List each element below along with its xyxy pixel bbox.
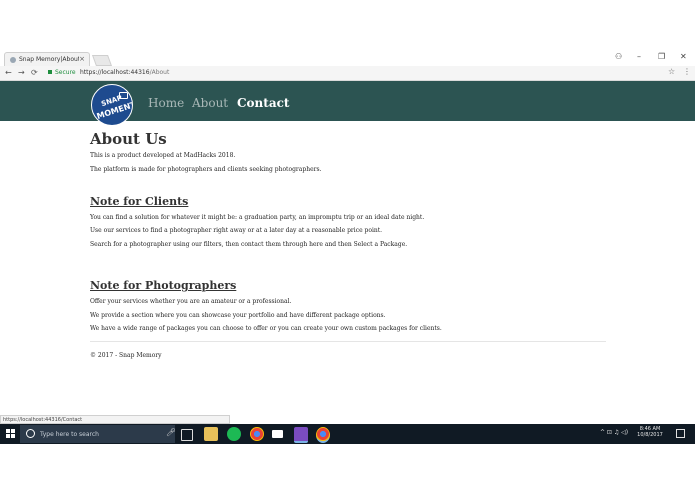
- file-explorer-icon[interactable]: [204, 427, 218, 441]
- nav-link-about[interactable]: About: [192, 96, 228, 110]
- browser-menu-icon[interactable]: ⋮: [683, 67, 691, 76]
- secure-indicator[interactable]: Secure: [48, 69, 76, 76]
- footer-copyright: © 2017 - Snap Memory: [90, 352, 162, 359]
- search-placeholder: Type here to search: [40, 431, 99, 438]
- photographers-line: Offer your services whether you are an a…: [90, 298, 292, 305]
- url-field[interactable]: https://localhost:44316/About: [80, 69, 169, 76]
- nav-link-home[interactable]: Home: [148, 96, 184, 110]
- clock-date: 10/8/2017: [637, 432, 663, 438]
- task-view-icon[interactable]: [181, 429, 193, 441]
- url-path: /About: [149, 69, 170, 76]
- clients-heading: Note for Clients: [90, 195, 189, 208]
- close-window-icon[interactable]: ✕: [680, 52, 687, 61]
- chrome-active-icon[interactable]: [316, 427, 330, 443]
- browser-tab-strip: Snap Memory|About Us × ⚇ – ❐ ✕: [0, 50, 695, 66]
- restore-icon[interactable]: ❐: [658, 52, 665, 61]
- page-title: About Us: [90, 130, 167, 148]
- secure-label: Secure: [55, 69, 76, 76]
- taskbar-clock[interactable]: 8:46 AM 10/8/2017: [636, 426, 664, 438]
- photographers-line: We have a wide range of packages you can…: [90, 325, 442, 332]
- windows-start-icon[interactable]: [6, 429, 16, 439]
- clients-line: You can find a solution for whatever it …: [90, 214, 425, 221]
- nav-link-contact[interactable]: Contact: [237, 96, 289, 110]
- lock-icon: [48, 70, 52, 74]
- minimize-icon[interactable]: –: [637, 52, 641, 61]
- new-tab-button[interactable]: [91, 55, 113, 66]
- photographers-heading: Note for Photographers: [90, 279, 237, 292]
- bookmark-star-icon[interactable]: ☆: [668, 67, 675, 76]
- status-url-bubble: https://localhost:44316/Contact: [0, 415, 230, 424]
- account-icon[interactable]: ⚇: [615, 52, 622, 61]
- mail-icon[interactable]: [272, 430, 283, 438]
- system-tray-icons[interactable]: ^ ⊡ ♫ ◁): [600, 429, 628, 436]
- snap-moment-logo[interactable]: SNAP MOMENT: [91, 84, 133, 126]
- chrome-icon[interactable]: [250, 427, 264, 441]
- back-arrow-icon[interactable]: ←: [5, 68, 12, 77]
- url-host: https://localhost:44316: [80, 69, 150, 76]
- footer-divider: [90, 341, 606, 342]
- action-center-icon[interactable]: [676, 429, 685, 438]
- visual-studio-icon[interactable]: [294, 427, 308, 443]
- tab-close-icon[interactable]: ×: [79, 55, 85, 63]
- forward-arrow-icon[interactable]: →: [18, 68, 25, 77]
- browser-tab[interactable]: Snap Memory|About Us ×: [4, 52, 90, 66]
- microphone-icon[interactable]: 🎤︎: [166, 428, 176, 437]
- intro-line: This is a product developed at MadHacks …: [90, 152, 236, 159]
- clients-line: Search for a photographer using our filt…: [90, 241, 408, 248]
- windows-taskbar: Type here to search 🎤︎ ^ ⊡ ♫ ◁) 8:46 AM …: [0, 424, 695, 444]
- clients-line: Use our services to find a photographer …: [90, 227, 383, 234]
- reload-icon[interactable]: ⟳: [31, 68, 38, 77]
- tab-title: Snap Memory|About Us: [19, 56, 79, 63]
- spotify-icon[interactable]: [227, 427, 241, 441]
- address-bar: ← → ⟳ Secure https://localhost:44316/Abo…: [0, 66, 695, 81]
- photographers-line: We provide a section where you can showc…: [90, 312, 386, 319]
- taskbar-search-input[interactable]: Type here to search 🎤︎: [20, 425, 176, 443]
- intro-line: The platform is made for photographers a…: [90, 166, 322, 173]
- cortana-icon: [26, 429, 35, 438]
- page-favicon-icon: [10, 57, 16, 63]
